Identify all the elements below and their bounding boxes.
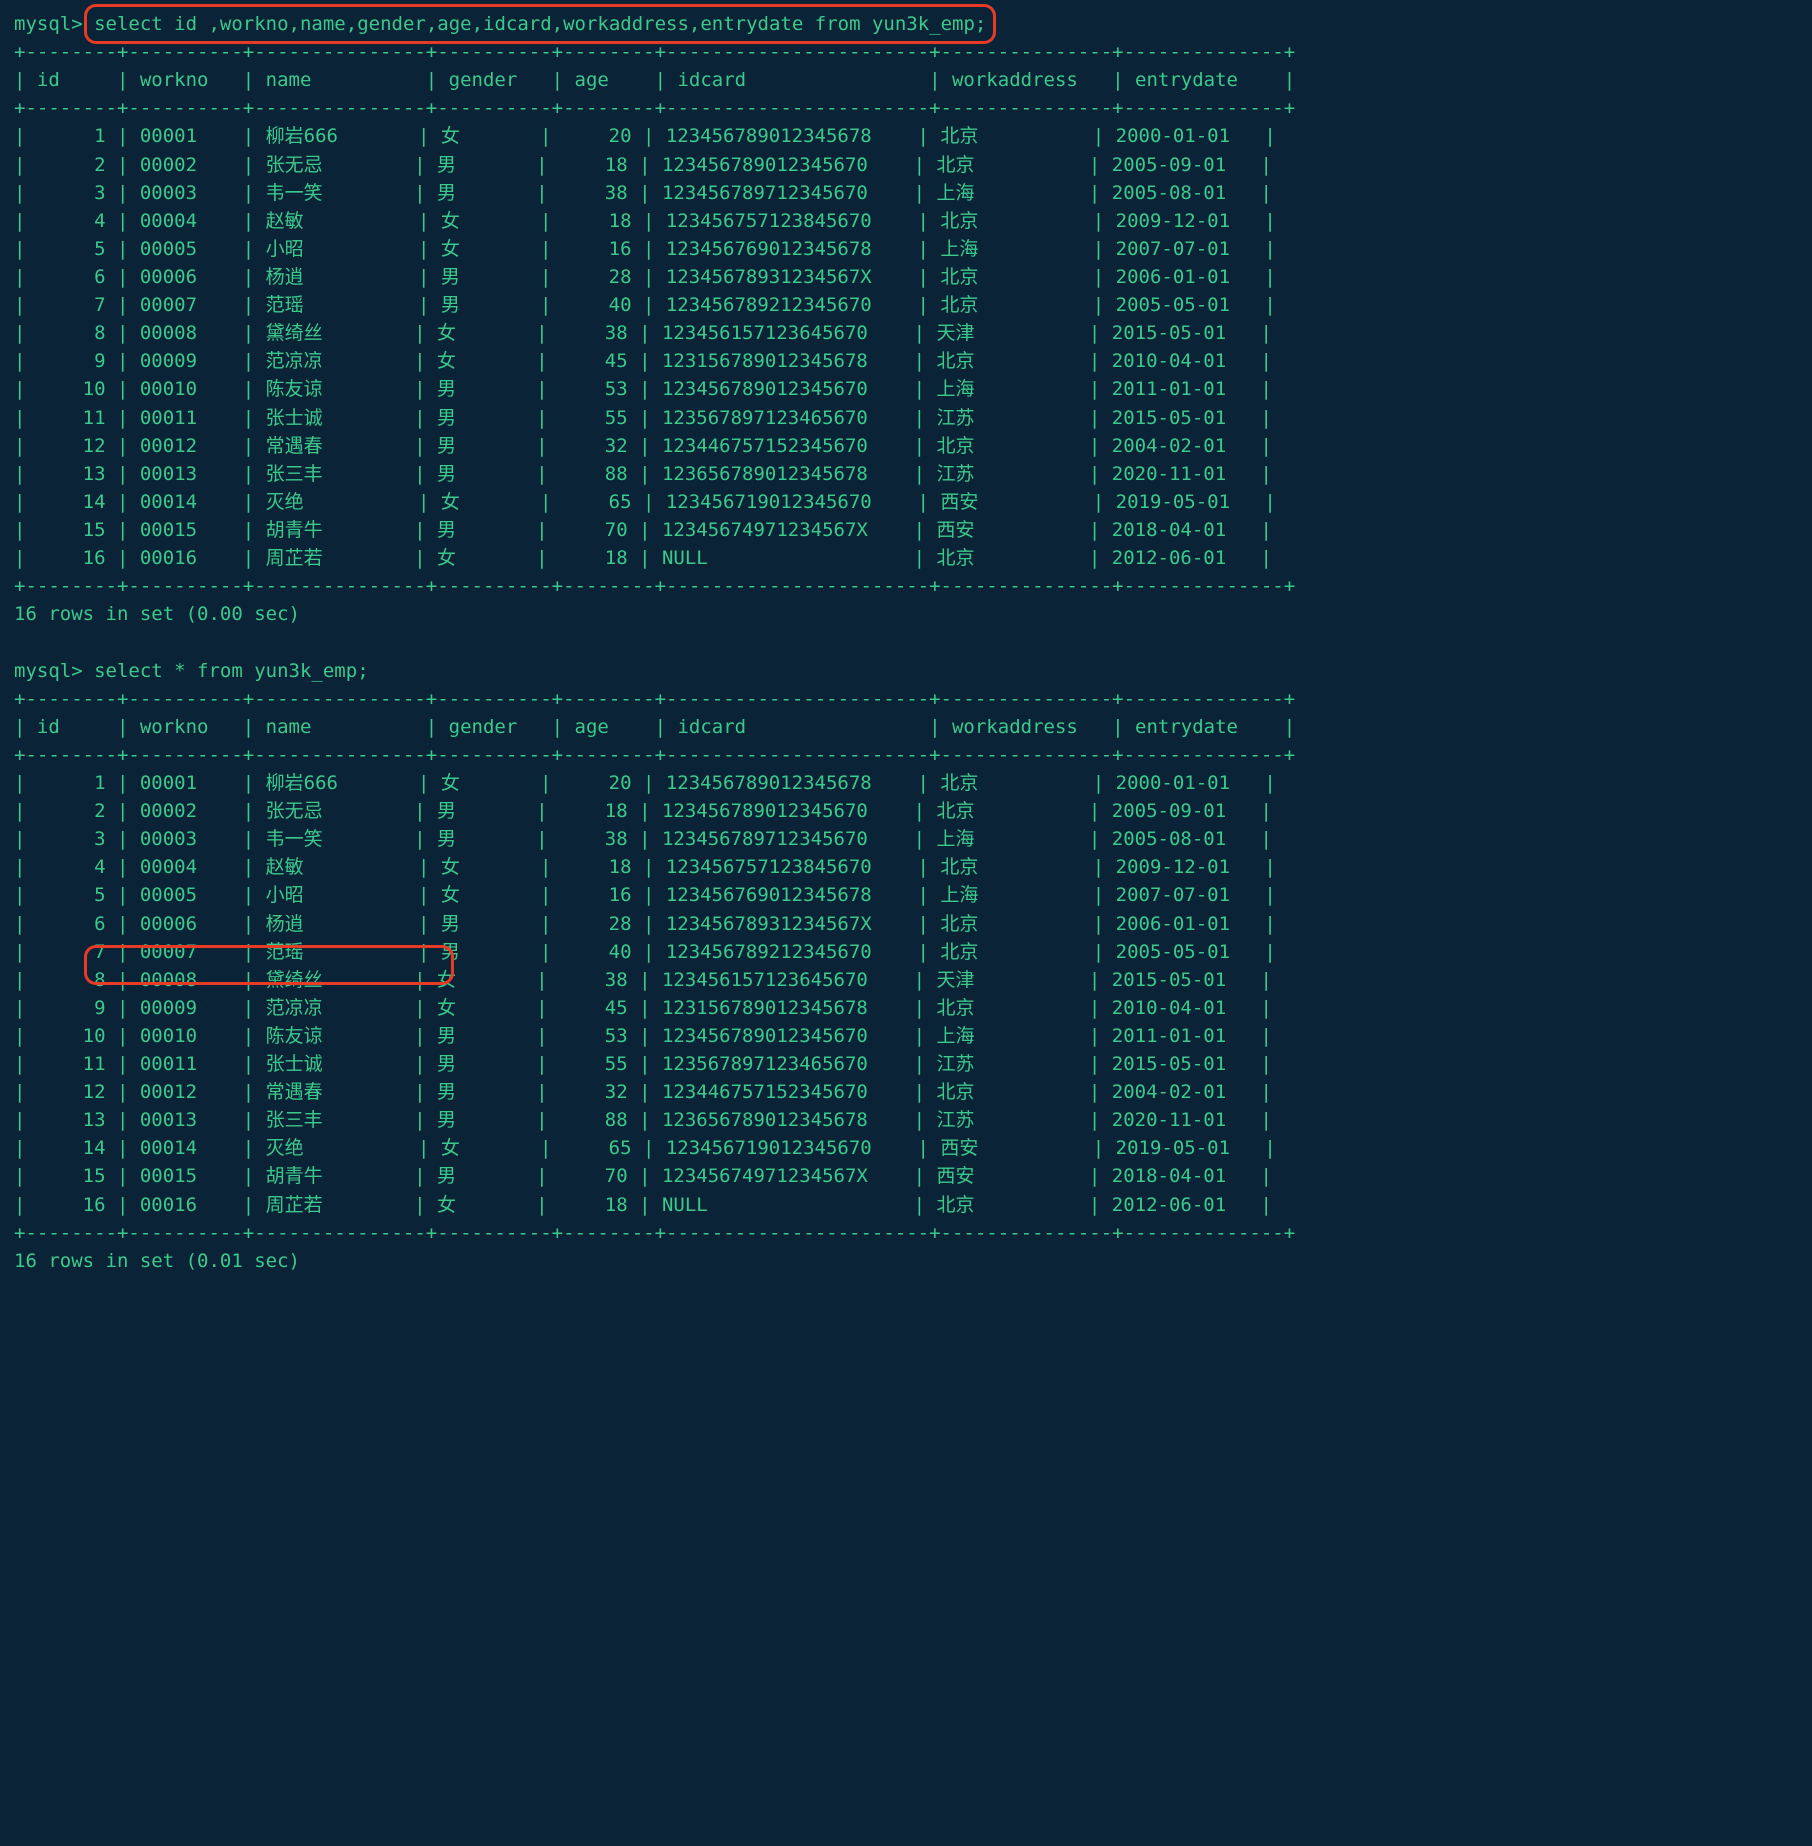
sql-query-1: select id ,workno,name,gender,age,idcard… [94, 13, 986, 35]
mysql-prompt-2[interactable]: mysql> select * from yun3k_emp; [14, 657, 1798, 685]
sql-query-2: select * from yun3k_emp; [94, 660, 369, 682]
result-table-1: +--------+----------+---------------+---… [14, 38, 1798, 600]
blank-line [14, 628, 1798, 656]
mysql-prompt-1[interactable]: mysql> select id ,workno,name,gender,age… [14, 10, 1798, 38]
prompt-label: mysql> [14, 660, 83, 682]
rows-summary-2: 16 rows in set (0.01 sec) [14, 1247, 1798, 1275]
terminal-screen: mysql> select id ,workno,name,gender,age… [0, 0, 1812, 1295]
result-table-2: +--------+----------+---------------+---… [14, 685, 1798, 1247]
prompt-label: mysql> [14, 13, 83, 35]
rows-summary-1: 16 rows in set (0.00 sec) [14, 600, 1798, 628]
